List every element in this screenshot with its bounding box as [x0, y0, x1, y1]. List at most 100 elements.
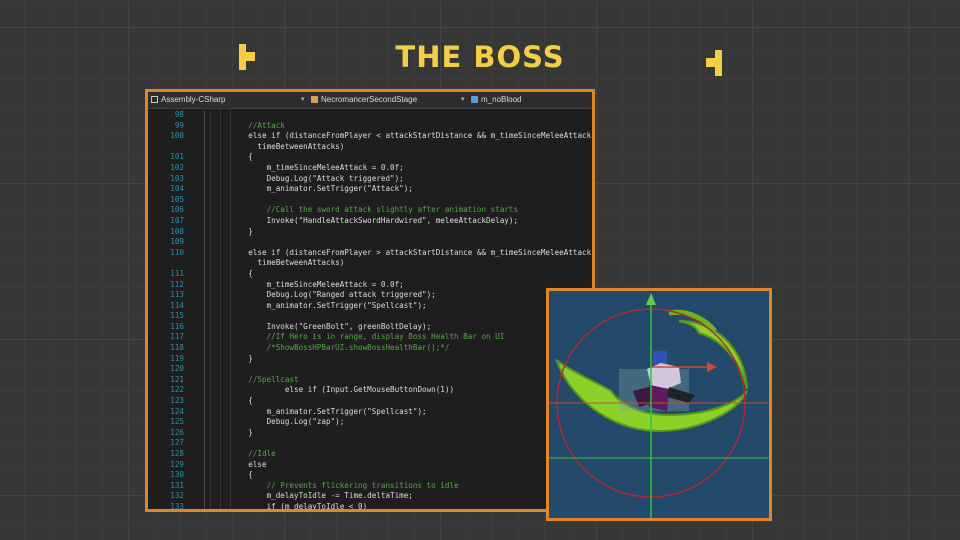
- project-dropdown[interactable]: Assembly-CSharp: [151, 95, 225, 104]
- line-number: 130: [170, 470, 184, 480]
- chevron-down-icon[interactable]: ▾: [461, 95, 465, 103]
- class-icon: [311, 96, 318, 103]
- editor-navigation-bar: Assembly-CSharp ▾ NecromancerSecondStage…: [148, 92, 592, 109]
- line-number: 110: [170, 247, 184, 257]
- code-line[interactable]: 131 // Prevents flickering transitions t…: [148, 481, 592, 492]
- code-line[interactable]: 129 else: [148, 460, 592, 471]
- code-line[interactable]: 107 Invoke("HandleAttackSwordHardwired",…: [148, 216, 592, 227]
- line-number: 112: [170, 279, 184, 289]
- code-line[interactable]: 110 else if (distanceFromPlayer > attack…: [148, 248, 592, 259]
- code-text: {: [230, 152, 253, 162]
- line-number: 113: [170, 290, 184, 300]
- code-line[interactable]: 125 Debug.Log("zap");: [148, 417, 592, 428]
- necromancer-boss-sprite: [555, 309, 748, 433]
- line-number: 116: [170, 321, 184, 331]
- code-line[interactable]: timeBetweenAttacks): [148, 258, 592, 269]
- sprite-scene-preview[interactable]: [546, 288, 772, 521]
- code-line[interactable]: 111 {: [148, 269, 592, 280]
- code-line[interactable]: 108 }: [148, 227, 592, 238]
- code-line[interactable]: 104 m_animator.SetTrigger("Attack");: [148, 184, 592, 195]
- code-line[interactable]: 106 //Call the sword attack slightly aft…: [148, 205, 592, 216]
- class-dropdown[interactable]: NecromancerSecondStage: [311, 95, 417, 104]
- code-line[interactable]: 128 //Idle: [148, 449, 592, 460]
- project-dropdown-label: Assembly-CSharp: [161, 95, 226, 104]
- line-number: 102: [170, 162, 184, 172]
- code-line[interactable]: 117 //If Hero is in range, display Boss …: [148, 332, 592, 343]
- code-line[interactable]: 127: [148, 438, 592, 449]
- code-text: else if (distanceFromPlayer < attackStar…: [230, 131, 595, 141]
- code-line[interactable]: 132 m_delayToIdle -= Time.deltaTime;: [148, 491, 592, 502]
- code-text: timeBetweenAttacks): [230, 258, 345, 268]
- code-text: Debug.Log("Attack triggered");: [230, 173, 404, 183]
- line-number: 111: [170, 268, 184, 278]
- code-area[interactable]: 98 99 //Attack 100 else if (distanceFromPl…: [148, 110, 592, 509]
- code-line[interactable]: 100 else if (distanceFromPlayer < attack…: [148, 131, 592, 142]
- code-line[interactable]: 114 m_animator.SetTrigger("Spellcast");: [148, 301, 592, 312]
- member-dropdown-label: m_noBlood: [481, 95, 522, 104]
- line-number: 131: [170, 480, 184, 490]
- code-line[interactable]: 120: [148, 364, 592, 375]
- code-text: {: [230, 470, 253, 480]
- code-text: else if (Input.GetMouseButtonDown(1)): [230, 385, 455, 395]
- code-line[interactable]: 109: [148, 237, 592, 248]
- code-line[interactable]: 124 m_animator.SetTrigger("Spellcast");: [148, 407, 592, 418]
- left-bracket-decoration: [239, 44, 257, 70]
- member-dropdown[interactable]: m_noBlood: [471, 95, 521, 104]
- line-number: 129: [170, 459, 184, 469]
- code-line[interactable]: 113 Debug.Log("Ranged attack triggered")…: [148, 290, 592, 301]
- code-line[interactable]: 101 {: [148, 152, 592, 163]
- code-text: {: [230, 268, 253, 278]
- line-number: 98: [174, 110, 184, 119]
- code-line[interactable]: 130 {: [148, 470, 592, 481]
- line-number: 101: [170, 152, 184, 162]
- line-number: 104: [170, 184, 184, 194]
- code-line[interactable]: 116 Invoke("GreenBolt", greenBoltDelay);: [148, 322, 592, 333]
- code-line[interactable]: 122 else if (Input.GetMouseButtonDown(1)…: [148, 385, 592, 396]
- code-text: Invoke("HandleAttackSwordHardwired", mel…: [230, 215, 519, 225]
- line-number: 114: [170, 300, 184, 310]
- code-text: //If Hero is in range, display Boss Heal…: [230, 332, 505, 342]
- code-line[interactable]: timeBetweenAttacks): [148, 142, 592, 153]
- code-line[interactable]: 119 }: [148, 354, 592, 365]
- code-text: Debug.Log("zap");: [230, 417, 345, 427]
- code-line[interactable]: 121 //Spellcast: [148, 375, 592, 386]
- code-line[interactable]: 105: [148, 195, 592, 206]
- code-line[interactable]: 103 Debug.Log("Attack triggered");: [148, 174, 592, 185]
- line-number: 127: [170, 438, 184, 448]
- code-text: /*ShowBossHPBarUI.showBossHealthBar();*/: [230, 343, 450, 353]
- code-line[interactable]: 123 {: [148, 396, 592, 407]
- code-line[interactable]: 115: [148, 311, 592, 322]
- line-number: 121: [170, 374, 184, 384]
- code-line[interactable]: 118 /*ShowBossHPBarUI.showBossHealthBar(…: [148, 343, 592, 354]
- code-text: //Spellcast: [230, 374, 299, 384]
- line-number: 126: [170, 427, 184, 437]
- line-number: 103: [170, 173, 184, 183]
- code-line[interactable]: 102 m_timeSinceMeleeAttack = 0.0f;: [148, 163, 592, 174]
- code-line[interactable]: 112 m_timeSinceMeleeAttack = 0.0f;: [148, 280, 592, 291]
- slide-title: THE BOSS: [395, 40, 565, 74]
- code-text: Debug.Log("Ranged attack triggered");: [230, 290, 436, 300]
- code-text: }: [230, 353, 253, 363]
- line-number: 124: [170, 406, 184, 416]
- boss-sprite-canvas: [549, 293, 769, 518]
- code-editor-window: Assembly-CSharp ▾ NecromancerSecondStage…: [145, 89, 595, 512]
- code-line[interactable]: 99 //Attack: [148, 121, 592, 132]
- line-number: 106: [170, 205, 184, 215]
- code-line[interactable]: 126 }: [148, 428, 592, 439]
- line-number: 122: [170, 385, 184, 395]
- line-number: 109: [170, 237, 184, 247]
- csharp-project-icon: [151, 96, 158, 103]
- line-number: 105: [170, 194, 184, 204]
- line-number: 117: [170, 332, 184, 342]
- code-text: m_timeSinceMeleeAttack = 0.0f;: [230, 162, 404, 172]
- code-line[interactable]: 133 if (m_delayToIdle < 0): [148, 501, 592, 511]
- line-number: 125: [170, 417, 184, 427]
- line-number: 107: [170, 215, 184, 225]
- code-text: if (m_delayToIdle < 0): [230, 501, 368, 511]
- code-text: //Idle: [230, 449, 276, 458]
- line-number: 119: [170, 353, 184, 363]
- chevron-down-icon[interactable]: ▾: [301, 95, 305, 103]
- code-line[interactable]: 98: [148, 110, 592, 121]
- code-text: else if (distanceFromPlayer > attackStar…: [230, 247, 595, 257]
- field-icon: [471, 96, 478, 103]
